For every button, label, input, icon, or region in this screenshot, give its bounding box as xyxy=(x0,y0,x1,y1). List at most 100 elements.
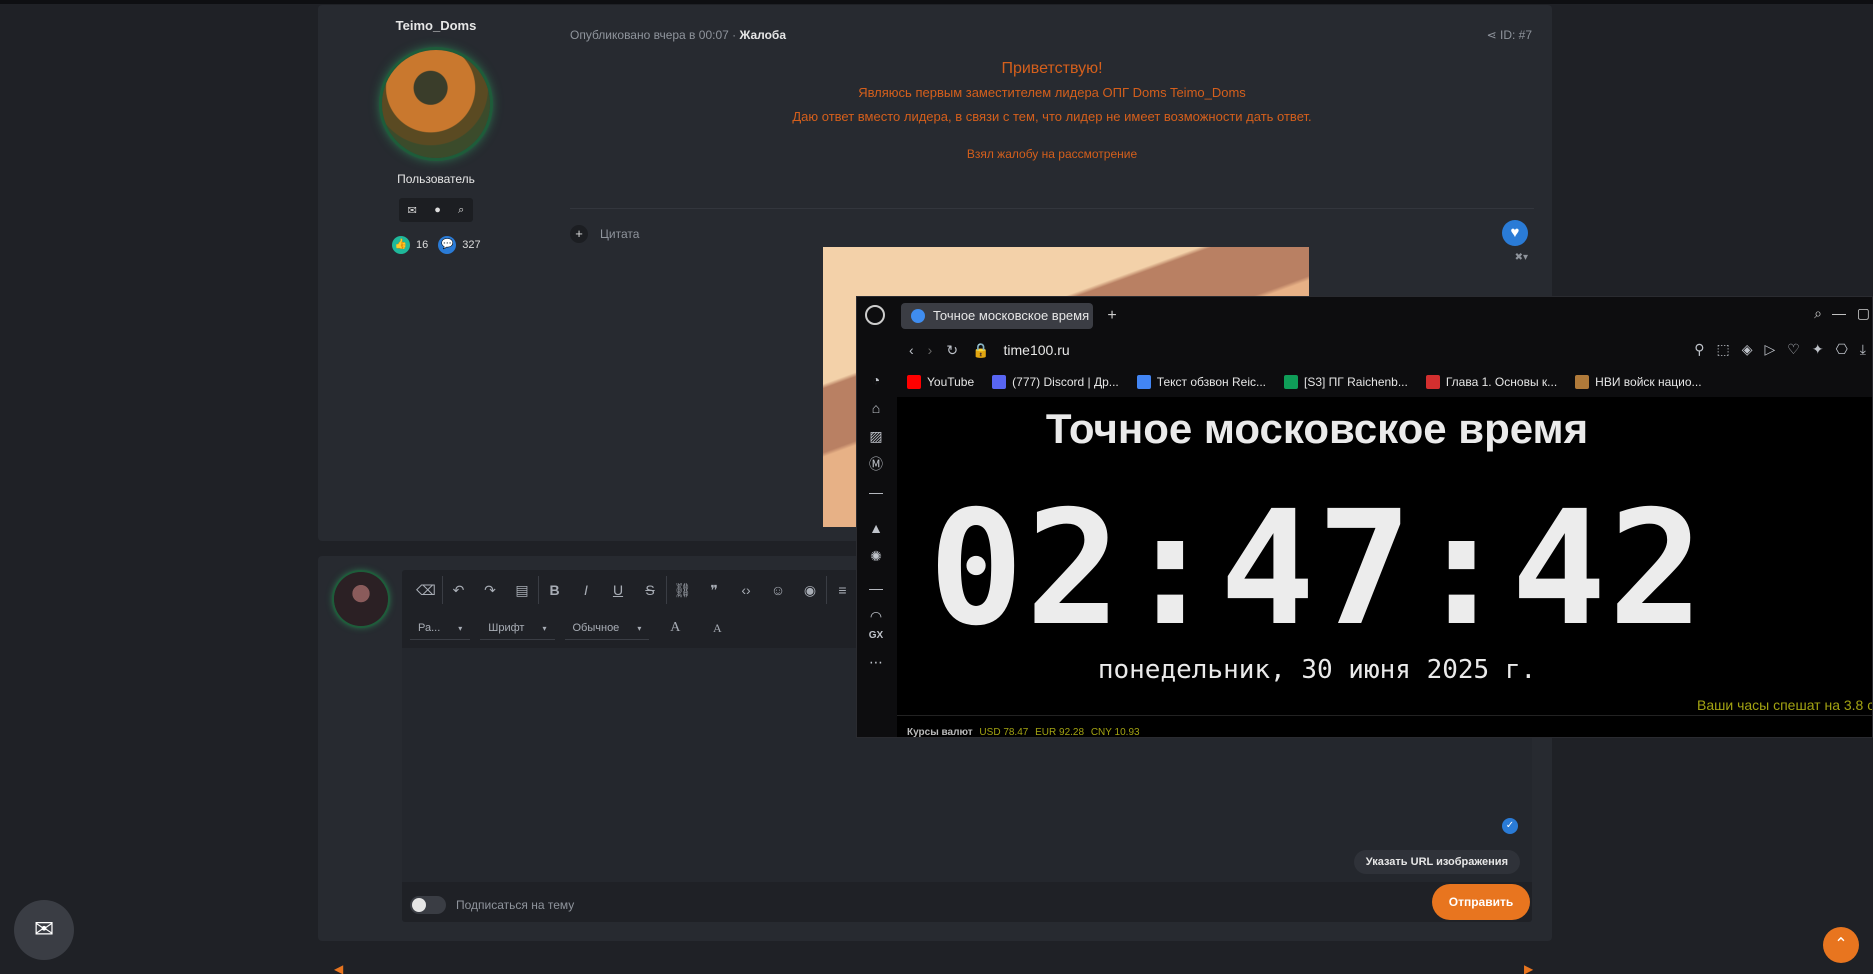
eye-icon[interactable]: ◉ xyxy=(794,576,826,604)
pocket-icon[interactable]: ◈ xyxy=(1742,341,1753,358)
post-date: Опубликовано вчера в 00:07 · xyxy=(570,28,740,42)
twitch-icon[interactable]: ▨ xyxy=(865,425,887,447)
check-icon[interactable]: ✓ xyxy=(1502,818,1518,834)
date-display: понедельник, 30 июня 2025 г. xyxy=(1097,655,1537,685)
post-line-2: Являюсь первым заместителем лидера ОПГ D… xyxy=(858,85,1246,100)
browser-window: Точное московское время + ⌕ — ▢ ◔ ⌂ ▨ Ⓜ … xyxy=(856,296,1873,738)
pin-icon[interactable]: ⚲ xyxy=(1694,341,1704,358)
share-icon[interactable]: ⋖ xyxy=(1487,28,1500,42)
tab-strip: Точное московское время + ⌕ — ▢ xyxy=(857,297,1872,333)
rate-usd: USD 78.47 xyxy=(979,727,1029,738)
document-icon[interactable]: ▤ xyxy=(506,576,538,604)
code-icon[interactable]: ‹› xyxy=(730,576,762,604)
page-divider xyxy=(897,715,1872,716)
top-bar xyxy=(0,0,1873,4)
maximize-icon[interactable]: ▢ xyxy=(1857,305,1870,322)
send-button[interactable]: Отправить xyxy=(1432,884,1530,920)
plus-icon[interactable]: + xyxy=(570,225,588,243)
bookmark-item[interactable]: YouTube xyxy=(907,375,974,390)
bookmark-item[interactable]: НВИ войск нацио... xyxy=(1575,375,1702,390)
bookmark-favicon-icon xyxy=(1136,375,1151,390)
url-field[interactable]: time100.ru xyxy=(1004,342,1070,358)
post-id-label[interactable]: ID: #7 xyxy=(1500,28,1532,42)
size-dropdown[interactable]: Ра... ▾ xyxy=(410,616,471,640)
author-name[interactable]: Teimo_Doms xyxy=(318,18,554,33)
quote-icon[interactable]: ❞ xyxy=(698,576,730,604)
bookmark-label: Глава 1. Основы к... xyxy=(1445,374,1558,389)
heart-icon[interactable]: ♥ xyxy=(1502,220,1528,246)
font-dropdown[interactable]: Шрифт ▾ xyxy=(480,616,555,640)
smiley-icon[interactable]: ☺ xyxy=(762,576,794,604)
bookmark-favicon-icon xyxy=(1284,375,1298,390)
bookmark-item[interactable]: [S3] ПГ Raichenb... xyxy=(1284,375,1408,390)
link-icon[interactable]: ⛓ xyxy=(666,576,698,604)
font-dropdown-label: Шрифт xyxy=(488,622,525,634)
search-icon[interactable]: ⌕ xyxy=(458,204,464,217)
post-line-1: Приветствую! xyxy=(1001,60,1103,77)
author-avatar[interactable] xyxy=(382,50,490,158)
more-icon[interactable]: ⋯ xyxy=(865,651,887,673)
history-icon[interactable]: ◠ xyxy=(865,605,887,627)
thumbs-up-icon: 👍 xyxy=(392,236,410,254)
strikethrough-icon[interactable]: S xyxy=(634,576,666,604)
style-dropdown[interactable]: Обычное ▾ xyxy=(564,616,650,640)
extensions-icon[interactable]: ✦ xyxy=(1812,341,1824,358)
bookmark-label: Текст обзвон Reic... xyxy=(1156,374,1266,389)
undo-icon[interactable]: ↶ xyxy=(442,576,474,604)
bookmark-item[interactable]: Глава 1. Основы к... xyxy=(1425,374,1558,390)
redo-icon[interactable]: ↷ xyxy=(474,576,506,604)
scroll-top-icon[interactable]: ⌃ xyxy=(1823,927,1859,963)
divider-icon: — xyxy=(869,580,883,596)
italic-icon[interactable]: I xyxy=(570,576,602,604)
quote-row[interactable]: + Цитата xyxy=(570,225,639,243)
chatgpt-icon[interactable]: ✺ xyxy=(865,545,887,567)
info-icon[interactable]: ● xyxy=(434,204,441,216)
post-id[interactable]: ⋖ ID: #7 xyxy=(1487,28,1532,42)
font-size-increase-icon[interactable]: A xyxy=(659,614,691,642)
bookmark-item[interactable]: Текст обзвон Reic... xyxy=(1136,374,1266,390)
chevron-down-icon: ▾ xyxy=(637,624,642,633)
wallet-icon[interactable]: ⎔ xyxy=(1836,341,1848,358)
subscribe-label: Подписаться на тему xyxy=(456,898,575,912)
back-icon[interactable]: ‹ xyxy=(909,342,914,358)
divider-icon: — xyxy=(869,484,883,500)
tab-active[interactable]: Точное московское время xyxy=(901,303,1093,329)
aria-icon[interactable]: ▲ xyxy=(865,517,887,539)
bookmark-label: [S3] ПГ Raichenb... xyxy=(1304,374,1408,389)
new-tab-icon[interactable]: + xyxy=(1101,305,1123,327)
author-role: Пользователь xyxy=(397,172,475,186)
envelope-icon[interactable]: ✉ xyxy=(408,204,417,217)
image-url-button[interactable]: Указать URL изображения xyxy=(1353,850,1520,874)
forward-icon[interactable]: › xyxy=(928,342,933,358)
align-icon[interactable]: ≡ xyxy=(826,576,858,604)
mail-icon[interactable]: ✉ xyxy=(14,900,74,960)
webpage: Точное московское время 02:47:42 понедел… xyxy=(897,397,1872,738)
reaction-menu-icon[interactable]: ✖▾ xyxy=(1515,252,1528,263)
quote-button[interactable]: Цитата xyxy=(600,227,639,241)
opera-logo-icon[interactable] xyxy=(865,305,885,325)
download-icon[interactable]: ⤓ xyxy=(1860,341,1866,358)
prev-page-icon[interactable]: ◀ xyxy=(334,962,343,974)
subscribe-toggle[interactable] xyxy=(410,896,446,914)
likes-stat: 👍 16 xyxy=(392,236,428,254)
post-tag[interactable]: Жалоба xyxy=(739,28,786,42)
rates-label: Курсы валют xyxy=(907,727,973,738)
underline-icon[interactable]: U xyxy=(602,576,634,604)
page-title: Точное московское время xyxy=(1045,405,1589,452)
next-page-icon[interactable]: ▶ xyxy=(1524,962,1533,974)
shopping-icon[interactable]: ⌂ xyxy=(865,397,887,419)
eraser-icon[interactable]: ⌫ xyxy=(410,576,442,604)
speed-dial-icon[interactable]: ◔ xyxy=(865,369,887,391)
messenger-icon[interactable]: Ⓜ xyxy=(865,453,887,475)
minimize-icon[interactable]: — xyxy=(1832,305,1846,321)
font-size-decrease-icon[interactable]: A xyxy=(701,614,733,642)
bold-icon[interactable]: B xyxy=(538,576,570,604)
gx-icon[interactable]: GX xyxy=(865,625,887,647)
reload-icon[interactable]: ↻ xyxy=(946,342,958,359)
snapshot-icon[interactable]: ⬚ xyxy=(1716,341,1729,358)
play-icon[interactable]: ▷ xyxy=(1764,341,1775,358)
search-icon[interactable]: ⌕ xyxy=(1814,305,1822,322)
heart-icon[interactable]: ♡ xyxy=(1787,341,1800,358)
bookmark-item[interactable]: (777) Discord | Др... xyxy=(992,375,1119,390)
toggle-knob xyxy=(412,898,426,912)
